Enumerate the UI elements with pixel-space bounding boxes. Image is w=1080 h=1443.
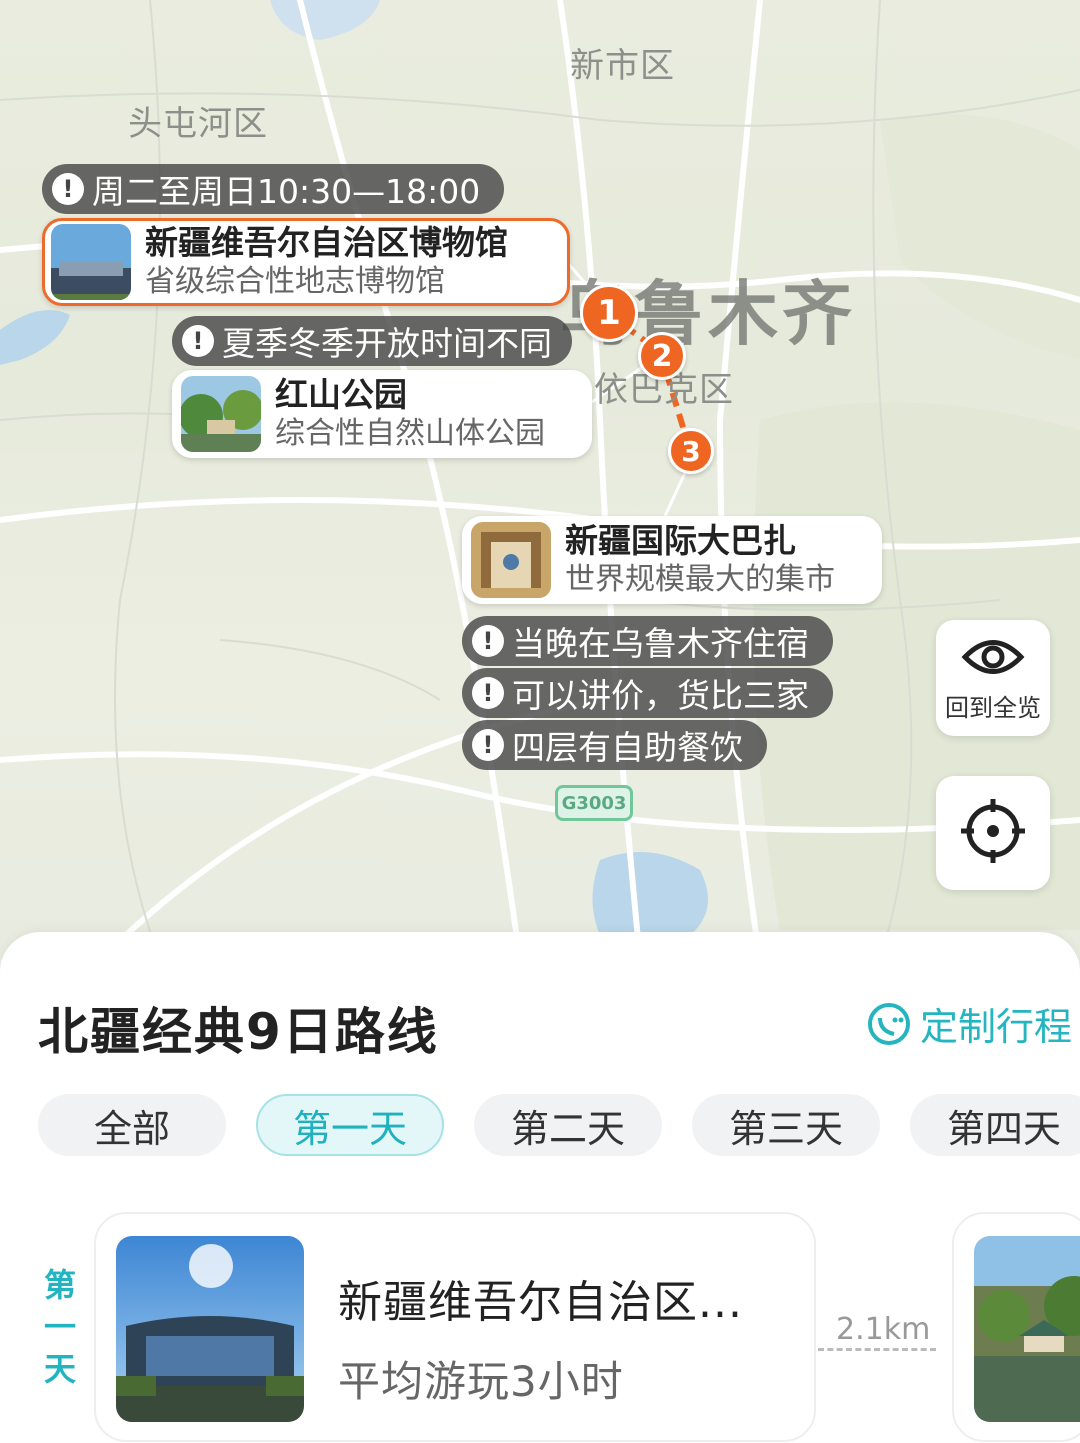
customer-service-icon	[868, 1002, 910, 1045]
map-view[interactable]: 新市区 头屯河区 乌鲁木齐 依巴克区 ! 周二至周日10:30—18:00 新疆…	[0, 0, 1080, 960]
stop-desc: 省级综合性地志博物馆	[145, 264, 445, 299]
exclamation-icon: !	[472, 625, 504, 657]
tip-text: 当晚在乌鲁木齐住宿	[512, 624, 809, 663]
stop-card-museum[interactable]: 新疆维吾尔自治区博物馆 省级综合性地志博物馆	[42, 218, 570, 306]
overview-label: 回到全览	[945, 693, 1041, 722]
park-photo	[974, 1236, 1080, 1422]
museum-thumbnail	[51, 224, 131, 300]
tip-text: 四层有自助餐饮	[512, 728, 743, 767]
exclamation-icon: !	[52, 173, 84, 205]
tab-day4[interactable]: 第四天	[910, 1094, 1080, 1156]
exclamation-icon: !	[182, 325, 214, 357]
tip-text: 周二至周日10:30—18:00	[92, 172, 481, 211]
highway-shield: G3003	[555, 785, 633, 821]
exclamation-icon: !	[472, 729, 504, 761]
route-marker-1[interactable]: 1	[580, 284, 638, 342]
tip-text: 可以讲价，货比三家	[512, 676, 809, 715]
tip-text: 夏季冬季开放时间不同	[222, 324, 552, 363]
custom-itinerary-label: 定制行程	[920, 1005, 1073, 1049]
tab-day1[interactable]: 第一天	[256, 1094, 444, 1156]
day-label-vertical: 第 一 天	[42, 1264, 78, 1390]
tip-pill: ! 当晚在乌鲁木齐住宿	[462, 616, 833, 666]
tab-day2[interactable]: 第二天	[474, 1094, 662, 1156]
day-label-char: 天	[43, 1350, 76, 1388]
park-thumbnail	[181, 376, 261, 452]
stop-desc: 综合性自然山体公园	[275, 416, 545, 451]
tab-day3[interactable]: 第三天	[692, 1094, 880, 1156]
tab-all[interactable]: 全部	[38, 1094, 226, 1156]
place-name: 新疆维吾尔自治区...	[338, 1277, 743, 1328]
route-marker-2[interactable]: 2	[638, 332, 686, 380]
day-tabs: 全部 第一天 第二天 第三天 第四天	[38, 1094, 1080, 1156]
place-card[interactable]: 新疆维吾尔自治区... 平均游玩3小时	[94, 1212, 816, 1442]
place-duration: 平均游玩3小时	[338, 1357, 624, 1406]
museum-photo	[116, 1236, 304, 1422]
overview-button[interactable]: 回到全览	[936, 620, 1050, 736]
exclamation-icon: !	[472, 677, 504, 709]
stop-card-bazaar[interactable]: 新疆国际大巴扎 世界规模最大的集市	[462, 516, 882, 604]
distance-connector	[818, 1348, 936, 1351]
route-marker-3[interactable]: 3	[668, 428, 714, 474]
stop-name: 新疆维吾尔自治区博物馆	[145, 223, 508, 262]
stop-card-hongshan[interactable]: 红山公园 综合性自然山体公园	[172, 370, 592, 458]
stop-desc: 世界规模最大的集市	[565, 562, 835, 597]
custom-itinerary-button[interactable]: 定制行程	[866, 996, 1072, 1051]
tip-pill: ! 四层有自助餐饮	[462, 720, 767, 770]
place-card-next[interactable]	[952, 1212, 1080, 1442]
distance-label: 2.1km	[836, 1312, 931, 1347]
district-label-toutunhe: 头屯河区	[128, 104, 268, 144]
district-label-xinshi: 新市区	[570, 46, 675, 86]
tip-pill: ! 夏季冬季开放时间不同	[172, 316, 572, 366]
crosshair-icon	[958, 796, 1028, 870]
route-title: 北疆经典9日路线	[38, 1003, 439, 1061]
eye-icon	[961, 634, 1025, 684]
locate-button[interactable]	[936, 776, 1050, 890]
bazaar-thumbnail	[471, 522, 551, 598]
day-label-char: 一	[43, 1308, 76, 1346]
day-label-char: 第	[43, 1266, 76, 1304]
tip-pill: ! 可以讲价，货比三家	[462, 668, 833, 718]
tip-pill: ! 周二至周日10:30—18:00	[42, 164, 505, 214]
stop-name: 红山公园	[275, 375, 407, 414]
stop-name: 新疆国际大巴扎	[565, 521, 796, 560]
itinerary-panel: 北疆经典9日路线 定制行程 全部 第一天 第二天 第三天 第四天 第 一 天 新…	[0, 932, 1080, 1443]
